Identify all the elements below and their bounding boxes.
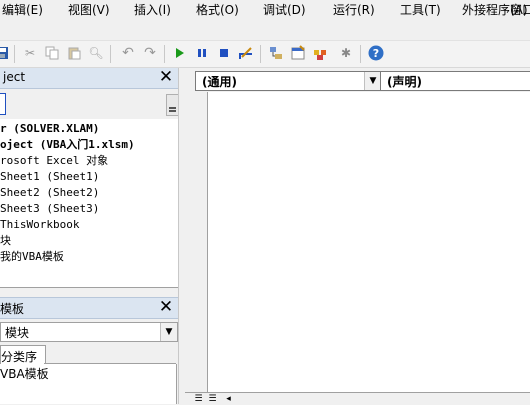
- svg-text:?: ?: [373, 47, 379, 60]
- cut-icon[interactable]: ✂: [22, 45, 38, 61]
- project-explorer-icon[interactable]: [268, 45, 284, 61]
- help-icon[interactable]: ?: [368, 45, 384, 61]
- run-icon[interactable]: [172, 45, 188, 61]
- toolbar-separator: [164, 45, 165, 63]
- menu-format[interactable]: 格式(O): [196, 0, 239, 20]
- tree-item-sheet1[interactable]: Sheet1 (Sheet1): [0, 169, 99, 185]
- procedure-combo[interactable]: (声明): [380, 71, 530, 91]
- tree-item-modules[interactable]: 块: [0, 233, 11, 249]
- object-combo[interactable]: (通用) ▼: [195, 71, 382, 91]
- template-type-value: 模块: [5, 326, 30, 340]
- menu-bar: 编辑(E) 视图(V) 插入(I) 格式(O) 调试(D) 运行(R) 工具(T…: [0, 0, 530, 20]
- menu-edit[interactable]: 编辑(E): [2, 0, 43, 20]
- view-code-button[interactable]: [0, 93, 6, 115]
- procedure-view-icon[interactable]: ☰: [193, 394, 204, 404]
- toolbar-separator: [110, 45, 111, 63]
- tree-item-solver[interactable]: r (SOLVER.XLAM): [0, 121, 99, 137]
- tree-item-sheet3[interactable]: Sheet3 (Sheet3): [0, 201, 99, 217]
- close-icon[interactable]: ✕: [158, 69, 174, 86]
- menu-run[interactable]: 运行(R): [333, 0, 375, 20]
- object-combo-value: (通用): [202, 75, 237, 89]
- project-panel-title-bar: ject ✕: [0, 68, 178, 89]
- menu-window[interactable]: 窗口(W): [510, 0, 530, 20]
- code-editor[interactable]: [185, 92, 530, 404]
- toolbar-separator: [14, 45, 15, 63]
- tree-item-my-vba-template[interactable]: 我的VBA模板: [0, 249, 64, 265]
- template-list-item[interactable]: VBA模板: [0, 365, 49, 382]
- menu-tools[interactable]: 工具(T): [400, 0, 441, 20]
- undo-icon[interactable]: ↶: [120, 45, 136, 61]
- template-list: VBA模板: [0, 364, 177, 404]
- template-panel-title-bar: 模板 ✕: [0, 297, 178, 319]
- project-tree: r (SOLVER.XLAM) oject (VBA入门1.xlsm) roso…: [0, 119, 179, 288]
- project-panel-toolbar: [0, 89, 179, 119]
- find-icon[interactable]: 🔍︎: [88, 45, 104, 61]
- tree-item-thisworkbook[interactable]: ThisWorkbook: [0, 217, 79, 233]
- code-window-header: (通用) ▼ (声明): [185, 68, 530, 92]
- menu-view[interactable]: 视图(V): [68, 0, 110, 20]
- menu-debug[interactable]: 调试(D): [263, 0, 306, 20]
- standard-toolbar: ✂ 🔍︎ ↶ ↷ ✱ ?: [0, 40, 530, 68]
- code-margin-indicator-bar: [185, 92, 208, 392]
- design-mode-icon[interactable]: [238, 45, 254, 61]
- save-icon[interactable]: [0, 45, 10, 61]
- chevron-down-icon[interactable]: ▼: [364, 72, 381, 90]
- project-panel-title: ject: [3, 70, 26, 84]
- tab-category-order-label: 分类序: [1, 350, 38, 364]
- tab-category-order[interactable]: 分类序: [0, 345, 46, 365]
- paste-icon[interactable]: [66, 45, 82, 61]
- redo-icon[interactable]: ↷: [142, 45, 158, 61]
- tree-item-sheet2[interactable]: Sheet2 (Sheet2): [0, 185, 99, 201]
- procedure-combo-value: (声明): [387, 75, 422, 89]
- template-panel-title: 模板: [0, 302, 25, 316]
- template-type-dropdown[interactable]: 模块 ▼: [0, 322, 178, 342]
- tree-item-excel-objects[interactable]: rosoft Excel 对象: [0, 153, 108, 169]
- pause-icon[interactable]: [194, 45, 210, 61]
- copy-icon[interactable]: [44, 45, 60, 61]
- tree-item-vbaproject[interactable]: oject (VBA入门1.xlsm): [0, 137, 135, 153]
- scroll-left-icon[interactable]: ◂: [223, 394, 234, 404]
- menu-insert[interactable]: 插入(I): [134, 0, 171, 20]
- toolbox-icon[interactable]: ✱: [338, 45, 354, 61]
- toolbar-separator: [360, 45, 361, 63]
- full-module-view-icon[interactable]: ☰: [207, 394, 218, 404]
- close-icon[interactable]: ✕: [158, 299, 174, 316]
- chevron-down-icon[interactable]: ▼: [160, 323, 177, 341]
- code-window-bottom-bar: ☰ ☰ ◂: [185, 392, 530, 405]
- object-browser-icon[interactable]: [312, 45, 328, 61]
- toolbar-separator: [260, 45, 261, 63]
- reset-icon[interactable]: [216, 45, 232, 61]
- properties-icon[interactable]: [290, 45, 306, 61]
